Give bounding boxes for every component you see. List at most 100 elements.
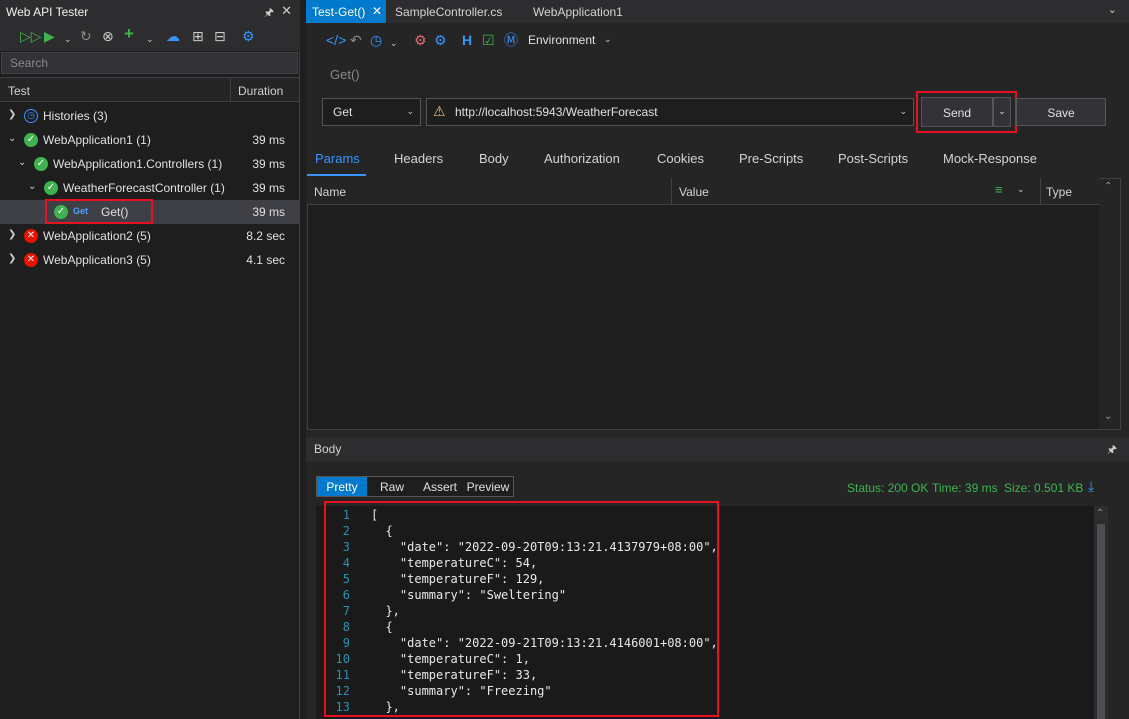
fail-x-icon: ✕ [24,229,38,243]
search-input[interactable]: Search [1,52,298,74]
tab-authorization[interactable]: Authorization [544,151,620,166]
code-scrollbar[interactable]: ⌃ [1094,506,1108,719]
column-separator[interactable] [671,178,672,204]
url-input[interactable]: ⚠ http://localhost:5943/WeatherForecast … [426,98,914,126]
tab-body[interactable]: Body [479,151,509,166]
chevron-down-icon[interactable]: ⌄ [18,157,26,168]
tree-duration: 39 ms [252,157,285,171]
tree-row-webapplication1[interactable]: ⌄ ✓ WebApplication1 (1) 39 ms [0,128,299,152]
tab-pre-scripts[interactable]: Pre-Scripts [739,151,803,166]
scroll-up-icon[interactable]: ⌃ [1104,181,1112,192]
panel-toolbar: ▷▷ ▶ ⌄ ↻ ⊗ + ⌄ ☁ ⊞ ⊟ ⚙ [0,23,300,51]
pass-check-icon: ✓ [44,181,58,195]
add-param-icon[interactable]: ≡ [995,182,1003,197]
column-type: Type [1046,185,1073,199]
scroll-thumb[interactable] [1097,524,1105,719]
size-text: Size: 0.501 KB [1004,481,1084,495]
tree-row-controllers[interactable]: ⌄ ✓ WebApplication1.Controllers (1) 39 m… [0,152,299,176]
code-icon[interactable]: </> [326,32,346,48]
variables-icon[interactable]: ☑ [482,32,495,48]
settings-gear-icon[interactable]: ⚙ [242,28,255,44]
scroll-down-icon[interactable]: ⌄ [1104,411,1112,422]
chevron-down-icon[interactable]: ⌄ [8,133,16,144]
request-name[interactable]: Get() [330,67,360,82]
method-select[interactable]: Get ⌄ [322,98,421,126]
highlight-box [324,501,719,717]
column-separator[interactable] [1040,178,1041,204]
tab-test-get[interactable]: Test-Get() ✕ [306,0,386,23]
column-duration[interactable]: Duration [238,84,283,98]
close-icon[interactable]: ✕ [372,4,382,18]
save-button[interactable]: Save [1016,98,1106,126]
cloud-icon[interactable]: ☁ [166,28,180,44]
clock-icon: ◷ [24,109,38,123]
tree-column-header: Test Duration [0,77,299,102]
params-scrollbar[interactable]: ⌃ ⌄ [1099,179,1120,429]
tree-label: Histories [43,109,90,123]
chevron-right-icon[interactable]: ❯ [8,109,16,120]
tab-cookies[interactable]: Cookies [657,151,704,166]
debug-icon[interactable]: ⚙ [414,32,427,48]
chevron-right-icon[interactable]: ❯ [8,253,16,264]
header-h-icon[interactable]: H [462,32,472,48]
tree-row-webapplication3[interactable]: ❯ ✕ WebApplication3 (5) 4.1 sec [0,248,299,272]
url-value: http://localhost:5943/WeatherForecast [455,105,658,119]
scroll-up-icon[interactable]: ⌃ [1096,508,1104,519]
tab-post-scripts[interactable]: Post-Scripts [838,151,908,166]
expand-all-icon[interactable]: ⊞ [192,28,204,44]
chevron-down-icon[interactable]: ⌄ [390,35,398,51]
chevron-down-icon[interactable]: ⌄ [1108,3,1117,16]
refresh-icon[interactable]: ↻ [80,28,92,44]
tree-row-webapplication2[interactable]: ❯ ✕ WebApplication2 (5) 8.2 sec [0,224,299,248]
tab-assert[interactable]: Assert [417,477,463,496]
tree-row-weatherforecastcontroller[interactable]: ⌄ ✓ WeatherForecastController (1) 39 ms [0,176,299,200]
chevron-right-icon[interactable]: ❯ [8,229,16,240]
settings-gear-icon[interactable]: ⚙ [434,32,447,48]
tab-params[interactable]: Params [315,151,360,166]
fail-x-icon: ✕ [24,253,38,267]
run-icon[interactable]: ▶ [44,28,55,44]
column-name: Name [314,185,347,199]
tab-mock-response[interactable]: Mock-Response [943,151,1037,166]
model-icon[interactable]: Ⓜ [504,32,518,48]
params-grid[interactable] [307,178,1121,430]
history-clock-icon[interactable]: ◷ [370,32,382,48]
highlight-box [916,91,1017,133]
run-all-icon[interactable]: ▷▷ [20,28,42,44]
pin-icon[interactable]: 🖈 [1107,441,1117,460]
chevron-down-icon[interactable]: ⌄ [28,181,36,192]
tab-webapplication1[interactable]: WebApplication1 [533,0,623,23]
chevron-down-icon[interactable]: ⌄ [64,31,72,47]
document-tab-bar: Test-Get() ✕ SampleController.cs WebAppl… [306,0,1129,23]
tab-pretty[interactable]: Pretty [317,477,367,496]
chevron-down-icon[interactable]: ⌄ [146,31,154,47]
tab-samplecontroller[interactable]: SampleController.cs [395,0,502,23]
tree-count: (5) [136,229,151,243]
environment-label[interactable]: Environment [528,33,595,47]
chevron-down-icon[interactable]: ⌄ [1017,184,1025,195]
chevron-down-icon[interactable]: ⌄ [899,106,907,117]
tree-count: (1) [136,133,151,147]
request-toolbar: </> ↶ ◷ ⌄ ⚙ ⚙ H ☑ Ⓜ Environment ⌄ [306,27,1129,55]
collapse-all-icon[interactable]: ⊟ [214,28,226,44]
column-value: Value [679,185,709,199]
column-test[interactable]: Test [8,84,30,98]
add-icon[interactable]: + [124,25,134,42]
tree-count: (5) [136,253,151,267]
stop-icon[interactable]: ⊗ [102,28,114,44]
undo-icon[interactable]: ↶ [350,32,362,48]
download-icon[interactable]: ⤓ [1088,478,1094,495]
tree-duration: 39 ms [252,133,285,147]
chevron-down-icon[interactable]: ⌄ [604,34,612,45]
column-separator[interactable] [230,78,231,102]
close-icon[interactable]: ✕ [281,3,292,19]
panel-title: Web API Tester [6,5,89,19]
status-text: Status: 200 OK [847,481,929,495]
tab-raw[interactable]: Raw [367,477,417,496]
pin-icon[interactable]: 🖈 [264,4,274,23]
tab-preview[interactable]: Preview [463,477,513,496]
tree-row-histories[interactable]: ❯ ◷ Histories (3) [0,104,299,128]
tab-headers[interactable]: Headers [394,151,443,166]
search-placeholder: Search [10,56,49,70]
tree-count: (1) [207,157,223,171]
